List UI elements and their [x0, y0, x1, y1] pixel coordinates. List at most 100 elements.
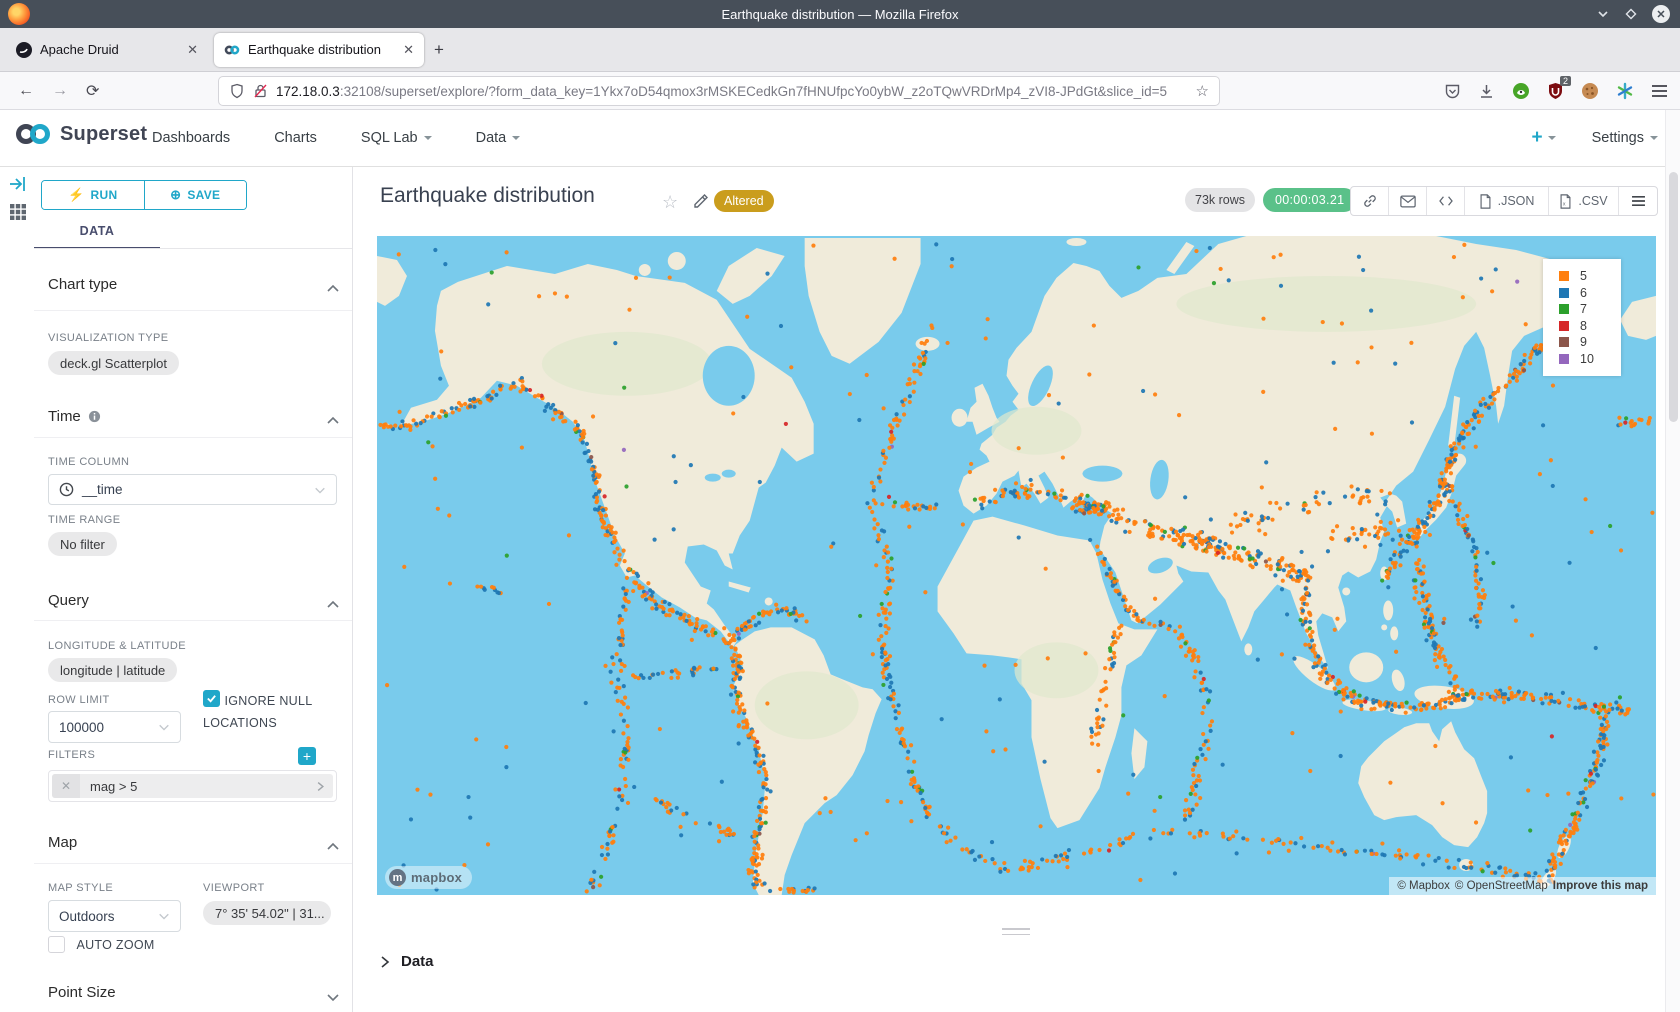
export-json-button[interactable]: .JSON [1465, 187, 1549, 215]
chevron-up-icon[interactable] [326, 282, 340, 296]
bookmark-star-icon[interactable]: ☆ [1196, 82, 1209, 100]
url-bar[interactable]: 172.18.0.3:32108/superset/explore/?form_… [218, 76, 1220, 106]
mapbox-attribution-link[interactable]: © Mapbox [1397, 880, 1450, 892]
tab-close-icon[interactable]: ✕ [403, 42, 414, 58]
share-link-button[interactable] [1351, 187, 1389, 215]
visualization-type-label: VISUALIZATION TYPE [48, 332, 169, 344]
panel-resize-handle[interactable] [1002, 928, 1030, 939]
window-maximize-icon[interactable] [1624, 7, 1638, 21]
scrollbar-thumb[interactable] [1669, 172, 1678, 422]
chevron-up-icon[interactable] [326, 414, 340, 428]
new-tab-button[interactable]: + [434, 40, 444, 60]
new-item-button[interactable]: + [1531, 127, 1555, 149]
chevron-down-icon [158, 721, 170, 733]
section-map[interactable]: Map [48, 834, 308, 851]
brand-name: Superset [60, 123, 147, 146]
lonlat-label: LONGITUDE & LATITUDE [48, 640, 186, 652]
tab-earthquake-distribution[interactable]: Earthquake distribution ✕ [214, 33, 424, 67]
data-panel-expander[interactable]: Data [379, 953, 434, 970]
nav-item-sql-lab[interactable]: SQL Lab [361, 130, 432, 146]
section-time[interactable]: Time [48, 408, 308, 425]
shield-permissions-icon[interactable] [229, 83, 245, 99]
row-limit-select[interactable]: 100000 [48, 711, 181, 743]
chart-title[interactable]: Earthquake distribution [380, 184, 595, 208]
remove-filter-icon[interactable]: ✕ [52, 774, 80, 798]
nav-item-dashboards[interactable]: Dashboards [152, 130, 230, 146]
back-button[interactable]: ← [18, 82, 34, 100]
chevron-up-icon[interactable] [326, 598, 340, 612]
time-range-value[interactable]: No filter [48, 532, 117, 556]
legend-item[interactable]: 9 [1559, 334, 1621, 351]
ublock-origin-icon[interactable]: 2 [1547, 82, 1564, 100]
settings-menu[interactable]: Settings [1592, 130, 1658, 146]
tab-close-icon[interactable]: ✕ [187, 42, 198, 58]
viewport-value[interactable]: 7° 35' 54.02" | 31... [203, 901, 331, 925]
window-minimize-icon[interactable] [1596, 7, 1610, 21]
chevron-down-icon [1548, 136, 1556, 140]
tab-data[interactable]: DATA [34, 218, 160, 249]
container-asterisk-icon[interactable] [1616, 82, 1634, 100]
filter-chip[interactable]: ✕ mag > 5 [52, 774, 333, 798]
export-csv-button[interactable]: x .CSV [1549, 187, 1619, 215]
pocket-icon[interactable] [1444, 83, 1461, 100]
section-divider [34, 620, 352, 621]
legend-item[interactable]: 8 [1559, 318, 1621, 335]
expand-panel-icon[interactable] [8, 174, 28, 194]
firefox-logo-icon [8, 3, 30, 25]
legend-item[interactable]: 7 [1559, 301, 1621, 318]
chevron-up-icon[interactable] [326, 840, 340, 854]
chart-menu-button[interactable] [1619, 187, 1657, 215]
cookie-icon[interactable] [1581, 82, 1599, 100]
datasource-grid-icon[interactable] [8, 202, 28, 222]
osm-attribution-link[interactable]: © OpenStreetMap [1455, 880, 1548, 892]
nav-item-data[interactable]: Data [476, 130, 521, 146]
legend-swatch-icon [1559, 288, 1569, 298]
menu-hamburger-icon[interactable] [1651, 84, 1668, 98]
embed-code-button[interactable] [1427, 187, 1465, 215]
insecure-lock-icon[interactable] [253, 83, 268, 99]
browser-tabbar: Apache Druid ✕ Earthquake distribution ✕… [0, 28, 1680, 72]
chevron-down-icon[interactable] [326, 990, 340, 1004]
save-button[interactable]: ⊕SAVE [145, 181, 247, 209]
chevron-right-icon [379, 955, 391, 969]
edit-title-icon[interactable] [692, 192, 710, 210]
nav-item-charts[interactable]: Charts [274, 130, 317, 146]
map-canvas[interactable]: 5678910 m mapbox © Mapbox © OpenStreetMa… [377, 236, 1656, 895]
lonlat-value[interactable]: longitude | latitude [48, 658, 177, 682]
url-text[interactable]: 172.18.0.3:32108/superset/explore/?form_… [276, 84, 1188, 99]
chevron-right-icon[interactable] [307, 781, 333, 792]
mapbox-logo[interactable]: m mapbox [385, 866, 472, 889]
time-column-select[interactable]: __time [48, 474, 337, 505]
reload-button[interactable]: ⟳ [86, 81, 99, 101]
privacy-badger-icon[interactable] [1512, 82, 1530, 100]
favorite-star-icon[interactable]: ☆ [662, 192, 680, 210]
superset-logo[interactable]: Superset [14, 122, 147, 146]
improve-map-link[interactable]: Improve this map [1553, 880, 1648, 892]
forward-button[interactable]: → [52, 82, 68, 100]
section-chart-type[interactable]: Chart type [48, 276, 308, 293]
legend-swatch-icon [1559, 304, 1569, 314]
visualization-type-value[interactable]: deck.gl Scatterplot [48, 351, 179, 375]
info-icon [88, 410, 101, 423]
tab-apache-druid[interactable]: Apache Druid ✕ [6, 33, 208, 67]
section-point-size[interactable]: Point Size [48, 984, 308, 1001]
run-button[interactable]: ⚡RUN [42, 181, 145, 209]
file-icon: x [1559, 194, 1572, 209]
add-filter-button[interactable]: + [298, 747, 316, 765]
window-close-icon[interactable]: ✕ [1652, 5, 1670, 23]
altered-badge[interactable]: Altered [714, 190, 774, 212]
legend-item[interactable]: 10 [1559, 351, 1621, 368]
file-icon [1479, 194, 1492, 209]
downloads-icon[interactable] [1478, 83, 1495, 100]
section-query[interactable]: Query [48, 592, 308, 609]
auto-zoom-checkbox[interactable] [48, 936, 65, 953]
time-range-label: TIME RANGE [48, 514, 120, 526]
legend-swatch-icon [1559, 271, 1569, 281]
legend-item[interactable]: 5 [1559, 268, 1621, 285]
page-scrollbar[interactable] [1665, 110, 1680, 1012]
legend-item[interactable]: 6 [1559, 285, 1621, 302]
auto-zoom-label: AUTO ZOOM [76, 938, 154, 952]
email-button[interactable] [1389, 187, 1427, 215]
map-style-select[interactable]: Outdoors [48, 900, 181, 932]
ignore-null-checkbox[interactable] [203, 690, 220, 707]
